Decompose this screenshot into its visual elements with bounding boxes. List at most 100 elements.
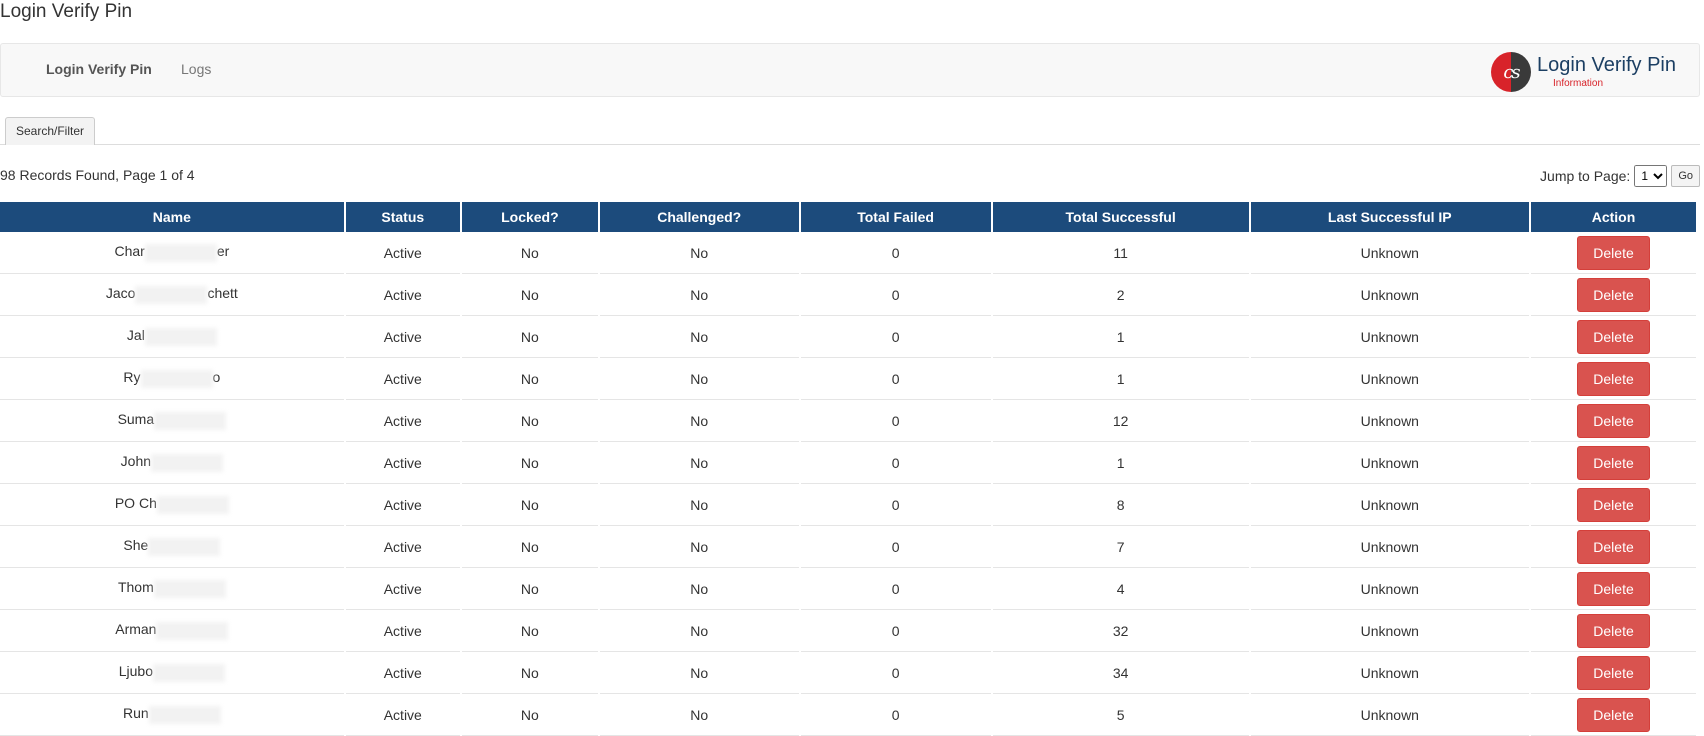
column-header-last-ip[interactable]: Last Successful IP <box>1250 202 1530 232</box>
cell-total-failed: 0 <box>800 442 991 484</box>
delete-button[interactable]: Delete <box>1577 277 1650 312</box>
cell-action: Delete <box>1531 484 1696 526</box>
name-text-end: o <box>212 369 221 386</box>
delete-button[interactable]: Delete <box>1577 319 1650 354</box>
redacted-blur <box>148 537 221 556</box>
cell-challenged: No <box>599 400 799 442</box>
delete-button[interactable]: Delete <box>1577 697 1650 732</box>
column-header-challenged[interactable]: Challenged? <box>599 202 799 232</box>
cell-challenged: No <box>599 526 799 568</box>
name-text-start: Arman <box>115 621 157 638</box>
cell-challenged: No <box>599 568 799 610</box>
records-summary: 98 Records Found, Page 1 of 4 <box>0 167 195 183</box>
table-row: Ljubo Active No No 0 34 Unknown Delete <box>0 652 1696 694</box>
cell-total-successful: 5 <box>992 694 1249 736</box>
column-header-name[interactable]: Name <box>0 202 344 232</box>
cell-locked: No <box>461 568 598 610</box>
cell-total-failed: 0 <box>800 316 991 358</box>
cell-status: Active <box>345 484 460 526</box>
redacted-blur <box>151 453 224 472</box>
cell-action: Delete <box>1531 274 1696 316</box>
tab-bar: Search/Filter <box>0 117 1700 145</box>
name-text-start: Ry <box>123 369 141 386</box>
delete-button[interactable]: Delete <box>1577 235 1650 270</box>
page-select[interactable]: 1 <box>1634 165 1668 187</box>
cell-challenged: No <box>599 694 799 736</box>
name-text-start: Jal <box>126 327 145 344</box>
cell-status: Active <box>345 400 460 442</box>
redacted-blur <box>156 621 229 640</box>
cell-challenged: No <box>599 610 799 652</box>
cell-challenged: No <box>599 442 799 484</box>
cell-challenged: No <box>599 358 799 400</box>
cell-total-successful: 32 <box>992 610 1249 652</box>
name-text-end: chett <box>207 285 238 302</box>
cell-total-successful: 1 <box>992 442 1249 484</box>
cell-locked: No <box>461 652 598 694</box>
cell-total-successful: 34 <box>992 652 1249 694</box>
table-row: Run Active No No 0 5 Unknown Delete <box>0 694 1696 736</box>
delete-button[interactable]: Delete <box>1577 529 1650 564</box>
delete-button[interactable]: Delete <box>1577 487 1650 522</box>
delete-button[interactable]: Delete <box>1577 613 1650 648</box>
navbar: Login Verify Pin Logs cs Login Verify Pi… <box>0 43 1700 97</box>
tab-search-filter[interactable]: Search/Filter <box>5 117 96 145</box>
brand-logo-icon: cs <box>1491 52 1531 92</box>
cell-last-ip: Unknown <box>1250 526 1530 568</box>
delete-button[interactable]: Delete <box>1577 403 1650 438</box>
cell-total-successful: 8 <box>992 484 1249 526</box>
delete-button[interactable]: Delete <box>1577 445 1650 480</box>
cell-status: Active <box>345 694 460 736</box>
cell-action: Delete <box>1531 568 1696 610</box>
cell-total-failed: 0 <box>800 358 991 400</box>
table-row: She Active No No 0 7 Unknown Delete <box>0 526 1696 568</box>
cell-total-successful: 12 <box>992 400 1249 442</box>
cell-name: PO Ch <box>0 484 344 526</box>
cell-last-ip: Unknown <box>1250 316 1530 358</box>
cell-total-failed: 0 <box>800 526 991 568</box>
cell-total-successful: 11 <box>992 232 1249 274</box>
redacted-blur <box>154 411 227 430</box>
table-row: PO Ch Active No No 0 8 Unknown Delete <box>0 484 1696 526</box>
jump-label: Jump to Page: <box>1540 168 1631 184</box>
go-button[interactable]: Go <box>1671 165 1700 187</box>
cell-locked: No <box>461 358 598 400</box>
table-row: Jal Active No No 0 1 Unknown Delete <box>0 316 1696 358</box>
redacted-blur <box>153 579 226 598</box>
cell-action: Delete <box>1531 358 1696 400</box>
nav-item-login-verify-pin[interactable]: Login Verify Pin <box>46 61 152 77</box>
cell-total-failed: 0 <box>800 400 991 442</box>
cell-locked: No <box>461 526 598 568</box>
name-text-start: PO Ch <box>114 495 157 512</box>
cell-locked: No <box>461 694 598 736</box>
cell-locked: No <box>461 442 598 484</box>
cell-action: Delete <box>1531 526 1696 568</box>
redacted-blur <box>140 369 213 388</box>
cell-name: Thom <box>0 568 344 610</box>
cell-status: Active <box>345 274 460 316</box>
column-header-status[interactable]: Status <box>345 202 460 232</box>
cell-status: Active <box>345 316 460 358</box>
cell-total-failed: 0 <box>800 484 991 526</box>
column-header-total-failed[interactable]: Total Failed <box>800 202 991 232</box>
delete-button[interactable]: Delete <box>1577 655 1650 690</box>
column-header-locked[interactable]: Locked? <box>461 202 598 232</box>
redacted-blur <box>156 495 229 514</box>
name-text-start: John <box>120 453 152 470</box>
table-row: Jaco chett Active No No 0 2 Unknown Delete <box>0 274 1696 316</box>
cell-total-successful: 1 <box>992 316 1249 358</box>
brand: cs Login Verify Pin Information <box>1491 50 1676 92</box>
delete-button[interactable]: Delete <box>1577 361 1650 396</box>
cell-action: Delete <box>1531 442 1696 484</box>
nav-item-logs[interactable]: Logs <box>181 61 211 77</box>
brand-title: Login Verify Pin <box>1537 54 1676 76</box>
name-text-end: er <box>216 243 230 260</box>
delete-button[interactable]: Delete <box>1577 571 1650 606</box>
cell-status: Active <box>345 526 460 568</box>
cell-name: Jaco chett <box>0 274 344 316</box>
cell-locked: No <box>461 316 598 358</box>
column-header-total-successful[interactable]: Total Successful <box>992 202 1249 232</box>
cell-last-ip: Unknown <box>1250 358 1530 400</box>
redacted-blur <box>144 243 217 262</box>
name-text-start: Suma <box>117 411 155 428</box>
